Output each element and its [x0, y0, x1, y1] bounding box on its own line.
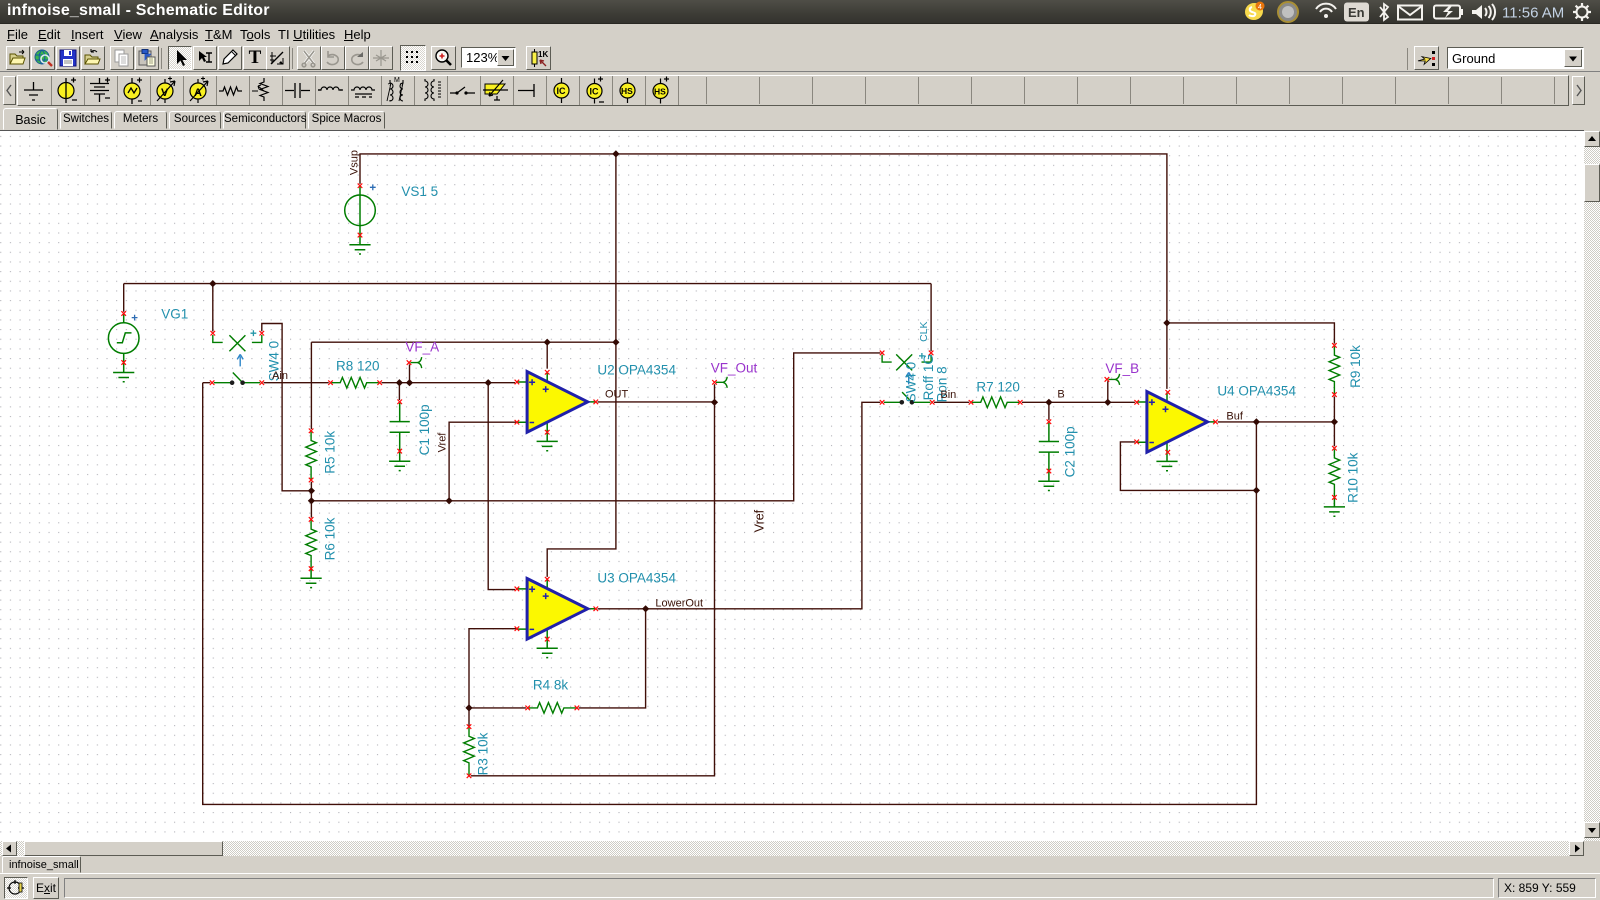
svg-text:Ain: Ain [272, 370, 288, 382]
svg-text:HS: HS [654, 87, 666, 97]
svg-text:Buf: Buf [1226, 410, 1243, 422]
svg-text:11:56 AM: 11:56 AM [1502, 5, 1564, 22]
svg-text:R5 10k: R5 10k [322, 431, 337, 474]
svg-text:VF_B: VF_B [1105, 361, 1139, 376]
svg-text:B: B [1057, 388, 1064, 400]
svg-text:LowerOut: LowerOut [655, 597, 703, 609]
svg-text:En: En [1348, 5, 1365, 20]
svg-text:R3 10k: R3 10k [475, 732, 490, 775]
svg-text:Bin: Bin [940, 389, 956, 401]
svg-text:IC: IC [557, 86, 567, 96]
svg-text:R6 10k: R6 10k [322, 517, 337, 560]
svg-text:OUT: OUT [605, 388, 629, 400]
svg-text:VF_A: VF_A [405, 339, 439, 354]
svg-text:C1 100p: C1 100p [417, 404, 432, 455]
svg-text:R4 8k: R4 8k [533, 677, 569, 692]
svg-text:U2 OPA4354: U2 OPA4354 [597, 362, 676, 377]
svg-text:Vref: Vref [752, 509, 766, 532]
svg-text:4: 4 [1258, 4, 1262, 11]
svg-text:VF_Out: VF_Out [711, 360, 758, 375]
svg-text:R9 10k: R9 10k [1348, 345, 1363, 388]
svg-text:CLK: CLK [918, 321, 930, 341]
svg-text:1K: 1K [538, 50, 548, 59]
svg-text:Vref: Vref [436, 432, 448, 453]
svg-text:U4 OPA4354: U4 OPA4354 [1217, 383, 1296, 398]
svg-text:SW4 0: SW4 0 [903, 362, 918, 403]
svg-text:R10 10k: R10 10k [1345, 452, 1360, 503]
svg-text:VG1: VG1 [161, 306, 188, 321]
svg-text:Vsup: Vsup [348, 150, 360, 175]
svg-text:U3 OPA4354: U3 OPA4354 [597, 570, 676, 585]
svg-text:R7 120: R7 120 [976, 379, 1020, 394]
svg-text:VS1 5: VS1 5 [401, 184, 438, 199]
svg-text:C2 100p: C2 100p [1062, 426, 1077, 477]
svg-text:IC: IC [590, 87, 600, 97]
svg-text:M: M [394, 77, 400, 84]
svg-text:R8 120: R8 120 [336, 359, 380, 374]
svg-text:HS: HS [621, 86, 633, 96]
